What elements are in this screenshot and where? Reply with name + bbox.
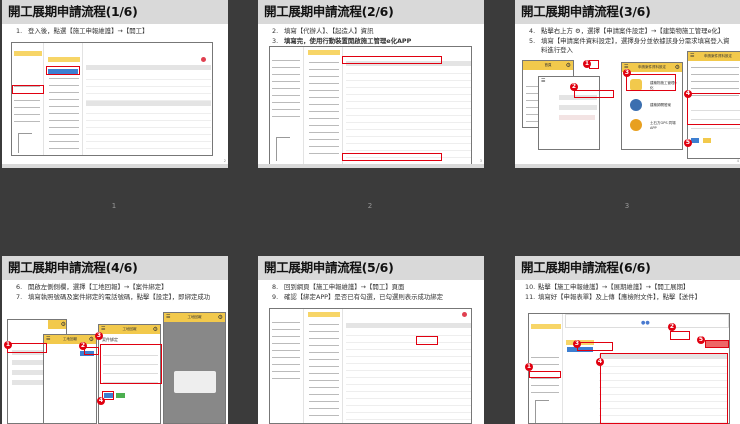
web-screenshot <box>269 46 472 166</box>
step-text: 回到網頁【施工申報維護】→【開工】頁面 <box>284 283 405 291</box>
step-number: 5. <box>529 36 536 45</box>
slide-number: 1 <box>111 202 117 210</box>
app-option: 土石方GPS 同場APP <box>650 121 676 130</box>
slide-steps: 1. 登入後，點選【施工申報維護】→【開工】 <box>16 27 222 37</box>
slide-title: 開工展期申請流程(3/6) <box>515 0 740 24</box>
highlight-box <box>600 353 728 424</box>
highlight-box <box>46 66 80 75</box>
step-text: 填寫執照號碼及案件綁定的電話號碼，點擊【設定】，即綁定成功 <box>28 292 211 301</box>
highlight-box <box>100 344 162 384</box>
step-marker: 5 <box>684 139 692 147</box>
phone-title: 工地回報 <box>187 315 202 319</box>
page-number: 2 <box>223 159 226 163</box>
highlight-box <box>670 331 690 340</box>
step-number: 3. <box>272 36 279 45</box>
slide-steps: 8. 回到網頁【施工申報維護】→【開工】頁面 9. 確認【綁定APP】是否已有勾選，… <box>272 283 478 302</box>
highlight-box <box>574 90 614 98</box>
step-marker: 1 <box>525 363 533 371</box>
step-text: 登入後，點選【施工申報維護】→【開工】 <box>28 27 149 35</box>
step-text: 開啟左側側欄，選擇【工地回報】→【案件綁定】 <box>28 283 168 291</box>
highlight-box <box>577 342 613 351</box>
phone-title: 申請案件資料設定 <box>704 54 732 58</box>
step-number: 1. <box>16 27 23 35</box>
step-marker: 2 <box>79 342 87 350</box>
slide-thumbnail-2[interactable]: 開工展期申請流程(2/6) 2. 填寫【代辦人】、【起造人】資訊 3. 填寫完，使用… <box>258 0 484 168</box>
slide-title: 開工展期申請流程(5/6) <box>258 256 484 280</box>
step-number: 8. <box>272 283 279 291</box>
phone-title: 工地回報 <box>63 337 77 341</box>
step-text: 填寫完，使用行動裝置開啟施工管理e化APP <box>284 36 412 45</box>
step-number: 6. <box>16 283 23 291</box>
slide-thumbnail-5[interactable]: 開工展期申請流程(5/6) 8. 回到網頁【施工申報維護】→【開工】頁面 9. 確認… <box>258 256 484 424</box>
step-text: 填寫【代辦人】、【起造人】資訊 <box>284 27 374 35</box>
phone-success-dialog: ☰ 工地回報 ⚙ <box>163 312 226 424</box>
phone-title: 申請案件資料設定 <box>638 65 666 69</box>
step-marker: 4 <box>684 90 692 98</box>
slide-title: 開工展期申請流程(6/6) <box>515 256 740 280</box>
step-number: 2. <box>272 27 279 35</box>
step-marker: 5 <box>697 336 705 344</box>
slide-steps: 6. 開啟左側側欄，選擇【工地回報】→【案件綁定】 7. 填寫執照號碼及案件綁定的電… <box>16 283 222 302</box>
step-text: 確認【綁定APP】是否已有勾選，已勾選則表示成功綁定 <box>284 292 444 301</box>
web-screenshot <box>11 42 213 156</box>
gear-icon: ⚙ <box>565 62 571 69</box>
form-title: 案件綁定 <box>102 337 118 342</box>
step-marker: 4 <box>97 397 105 405</box>
menu-icon: ☰ <box>541 78 546 84</box>
highlight-box <box>416 336 438 345</box>
step-marker: 1 <box>4 341 12 349</box>
highlight-box <box>529 371 561 378</box>
slide-steps: 10. 點擊【施工申報維護】→【展期維護】→【開工展期】 11. 填寫好【申報表單】… <box>525 283 735 302</box>
page-number: 4 <box>736 159 739 163</box>
phone-title: 工地回報 <box>122 327 137 331</box>
highlight-box <box>626 74 676 91</box>
step-marker: 1 <box>583 60 591 68</box>
highlight-box <box>705 340 729 348</box>
slide-thumbnail-1[interactable]: 開工展期申請流程(1/6) 1. 登入後，點選【施工申報維護】→【開工】 2 <box>2 0 228 168</box>
highlight-box <box>687 93 740 125</box>
slide-title: 開工展期申請流程(1/6) <box>2 0 228 24</box>
phone-menu-screen: ☰ <box>538 76 600 150</box>
page-number: 3 <box>479 159 482 163</box>
app-option: 建築師開發案 <box>650 103 671 107</box>
slide-steps: 2. 填寫【代辦人】、【起造人】資訊 3. 填寫完，使用行動裝置開啟施工管理e化AP… <box>272 27 478 46</box>
slide-thumbnail-3[interactable]: 開工展期申請流程(3/6) 4. 點擊右上方 ⚙，選擇【申請案件設定】→【建築物施… <box>515 0 740 168</box>
step-number: 10. <box>525 283 536 291</box>
slide-thumbnail-6[interactable]: 開工展期申請流程(6/6) 10. 點擊【施工申報維護】→【展期維護】→【開工展期… <box>515 256 740 424</box>
step-marker: 3 <box>623 69 631 77</box>
gear-icon: ⚙ <box>674 64 680 71</box>
step-marker: 2 <box>668 323 676 331</box>
highlight-box <box>342 153 442 161</box>
slide-thumbnail-4[interactable]: 開工展期申請流程(4/6) 6. 開啟左側側欄，選擇【工地回報】→【案件綁定】 7… <box>2 256 228 424</box>
step-marker: 3 <box>573 340 581 348</box>
step-text: 點擊右上方 ⚙，選擇【申請案件設定】→【建築物施工管理e化】 <box>541 27 725 35</box>
step-marker: 3 <box>95 332 103 340</box>
highlight-box <box>7 343 47 353</box>
step-number: 7. <box>16 292 23 301</box>
step-number: 11. <box>525 292 536 301</box>
highlight-box <box>342 56 442 64</box>
step-marker: 2 <box>570 83 578 91</box>
step-marker: 4 <box>596 358 604 366</box>
slide-number: 2 <box>367 202 373 210</box>
highlight-box <box>12 85 44 94</box>
slide-number: 3 <box>624 202 630 210</box>
step-number: 4. <box>529 27 536 35</box>
slide-title: 開工展期申請流程(4/6) <box>2 256 228 280</box>
step-text: 點擊【施工申報維護】→【展期維護】→【開工展期】 <box>538 283 690 291</box>
step-number: 9. <box>272 292 279 301</box>
slide-title: 開工展期申請流程(2/6) <box>258 0 484 24</box>
web-screenshot <box>269 308 472 424</box>
phone-title: 首頁 <box>544 63 552 67</box>
step-text: 填寫好【申報表單】及上傳【應檢附文件】，點擊【送件】 <box>538 292 701 301</box>
